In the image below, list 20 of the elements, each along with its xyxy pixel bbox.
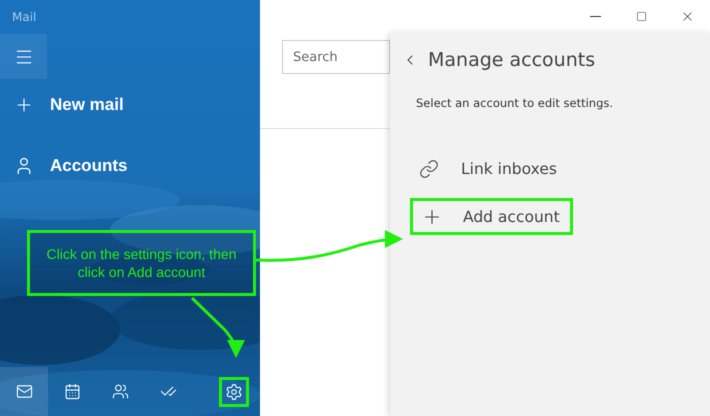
settings-icon xyxy=(225,382,243,400)
callout-text: Click on the settings icon, then click on Add account xyxy=(46,245,238,281)
panel-subtitle: Select an account to edit settings. xyxy=(416,96,614,110)
calendar-icon xyxy=(64,383,80,400)
callout-arrow xyxy=(190,296,245,358)
panel-item[interactable]: Add account xyxy=(410,198,573,235)
minimize-icon xyxy=(590,16,600,17)
mail-icon xyxy=(16,383,32,400)
panel-item[interactable]: Link inboxes xyxy=(410,150,573,187)
app-title: Mail xyxy=(12,10,38,26)
link-icon xyxy=(419,158,439,178)
search-field[interactable]: Search xyxy=(282,40,390,74)
toolbar-button[interactable] xyxy=(0,367,48,416)
nav-item[interactable]: Accounts xyxy=(0,146,200,186)
maximize-icon xyxy=(636,11,646,22)
panel-title: Manage accounts xyxy=(428,49,596,71)
nav-item[interactable]: New mail xyxy=(0,85,200,125)
people-icon xyxy=(112,383,128,400)
menu-button[interactable] xyxy=(0,34,47,79)
toolbar-button[interactable] xyxy=(219,376,249,406)
